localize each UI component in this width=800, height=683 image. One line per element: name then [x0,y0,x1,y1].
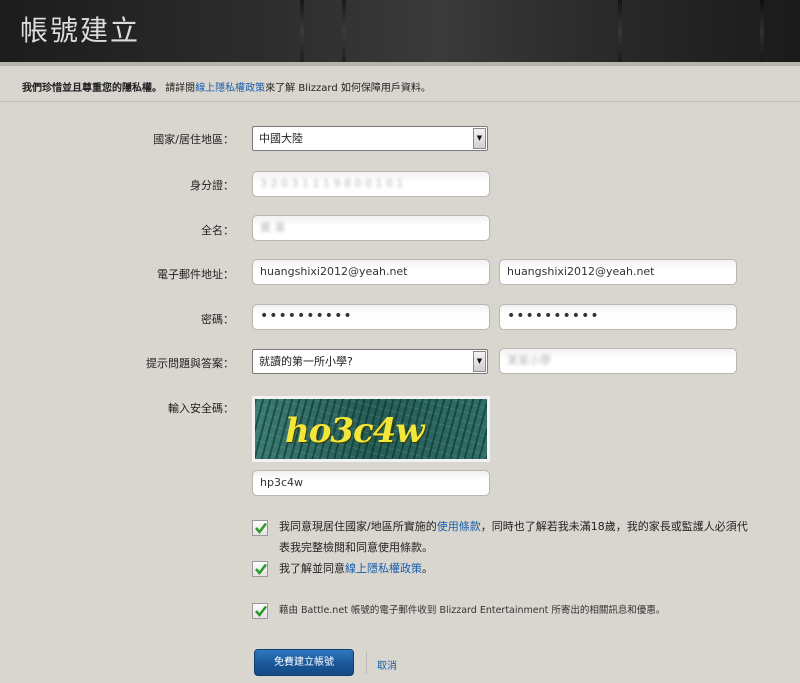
country-select[interactable]: 中國大陸 ▼ [252,126,488,151]
id-number-label: 身分證： [190,179,234,192]
password-confirm-input[interactable]: •••••••••• [499,304,737,330]
checkmark-icon [255,563,268,576]
terms-of-use-link[interactable]: 使用條款 [437,520,481,533]
country-label: 國家/居住地區： [153,133,234,146]
terms-checkbox[interactable] [252,520,268,536]
id-number-value: 3 2 0 3 1 1 1 9 8 0 0 1 0 1 [260,177,404,190]
email-confirm-value: huangshixi2012@yeah.net [507,265,655,278]
privacy-notice-text-after: 來了解 Blizzard 如何保障用戶資料。 [265,83,431,94]
header-divider [0,62,800,66]
privacy-policy-link[interactable]: 線上隱私權政策 [195,83,265,94]
cancel-link[interactable]: 取消 [377,657,397,672]
privacy-notice-bold: 我們珍惜並且尊重您的隱私權。 [22,83,162,94]
privacy-text-before: 我了解並同意 [279,562,345,575]
privacy-policy-agreement-link[interactable]: 線上隱私權政策 [345,562,422,575]
create-account-button[interactable]: 免費建立帳號 [254,649,354,676]
captcha-input[interactable]: hp3c4w [252,470,490,496]
captcha-image: ho3c4w [252,396,490,462]
captcha-label: 輸入安全碼： [168,402,234,415]
captcha-value: hp3c4w [260,476,303,489]
password-input[interactable]: •••••••••• [252,304,490,330]
dropdown-arrow-icon: ▼ [473,351,486,372]
privacy-notice-text: 請詳閱 [165,83,196,94]
password-label: 密碼： [201,313,234,326]
password-confirm-value: •••••••••• [507,308,600,324]
dropdown-arrow-icon: ▼ [473,128,486,149]
security-answer-value: 某某小學 [507,354,551,367]
password-value: •••••••••• [260,308,353,324]
email-input[interactable]: huangshixi2012@yeah.net [252,259,490,285]
full-name-input[interactable]: 黃 某 [252,215,490,241]
page-header: 帳號建立 [0,0,800,62]
terms-agreement-text: 我同意現居住國家/地區所實施的使用條款，同時也了解若我未滿18歲，我的家長或監護… [279,516,749,558]
id-number-input[interactable]: 3 2 0 3 1 1 1 9 8 0 0 1 0 1 [252,171,490,197]
privacy-notice: 我們珍惜並且尊重您的隱私權。 請詳閱線上隱私權政策來了解 Blizzard 如何… [22,79,431,94]
email-value: huangshixi2012@yeah.net [260,265,408,278]
full-name-label: 全名： [201,224,234,237]
privacy-checkbox[interactable] [252,561,268,577]
security-question-label: 提示問題與答案： [146,357,234,370]
security-answer-input[interactable]: 某某小學 [499,348,737,374]
captcha-image-text: ho3c4w [285,411,425,451]
security-question-value: 就讀的第一所小學? [259,355,353,368]
full-name-value: 黃 某 [260,221,286,234]
email-confirm-input[interactable]: huangshixi2012@yeah.net [499,259,737,285]
privacy-text-after: 。 [422,562,433,575]
marketing-opt-in-text: 藉由 Battle.net 帳號的電子郵件收到 Blizzard Enterta… [279,605,666,616]
email-label: 電子郵件地址： [157,268,234,281]
terms-text-before: 我同意現居住國家/地區所實施的 [279,520,437,533]
marketing-checkbox[interactable] [252,603,268,619]
privacy-agreement-text: 我了解並同意線上隱私權政策。 [279,558,749,579]
button-separator [366,652,367,674]
checkmark-icon [255,605,268,618]
country-select-value: 中國大陸 [259,132,303,145]
security-question-select[interactable]: 就讀的第一所小學? ▼ [252,349,488,374]
page-title: 帳號建立 [20,14,141,47]
section-divider [0,101,800,102]
checkmark-icon [255,522,268,535]
